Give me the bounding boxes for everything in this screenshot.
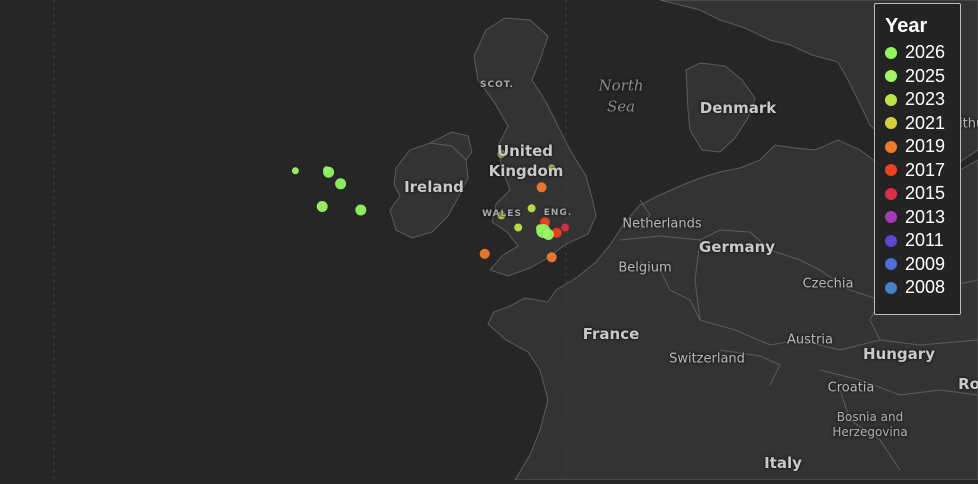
legend-item-2011: 2011 xyxy=(885,229,960,253)
legend-item-2019: 2019 xyxy=(885,135,960,159)
legend-year-label: 2017 xyxy=(905,159,946,180)
legend-swatch-icon xyxy=(885,211,897,224)
legend-year-label: 2011 xyxy=(905,230,944,251)
legend-year-label: 2025 xyxy=(905,65,946,86)
basemap xyxy=(0,0,978,481)
data-point-2019[interactable] xyxy=(479,248,490,259)
data-point-2025[interactable] xyxy=(291,167,299,175)
legend-swatch-icon xyxy=(885,117,897,130)
map-canvas[interactable]: Ireland United Kingdom Netherlands Germa… xyxy=(0,0,978,481)
legend-year-label: 2008 xyxy=(905,277,946,298)
legend-item-2015: 2015 xyxy=(885,182,960,206)
data-point-2019[interactable] xyxy=(546,252,557,263)
legend-year-label: 2019 xyxy=(905,136,946,157)
data-point-2026[interactable] xyxy=(323,166,335,178)
data-point-2023[interactable] xyxy=(497,150,506,158)
legend-item-2017: 2017 xyxy=(885,159,960,183)
data-point-2026[interactable] xyxy=(335,178,347,190)
data-point-2019[interactable] xyxy=(536,182,547,193)
legend-swatch-icon xyxy=(885,164,897,177)
data-point-2023[interactable] xyxy=(548,164,556,172)
legend-swatch-icon xyxy=(885,140,897,153)
legend-year-label: 2021 xyxy=(905,112,946,133)
legend-item-2009: 2009 xyxy=(885,253,960,277)
legend-swatch-icon xyxy=(885,281,897,294)
legend-swatch-icon xyxy=(885,93,897,106)
legend-swatch-icon xyxy=(885,187,897,200)
legend-item-2026: 2026 xyxy=(885,41,960,65)
legend-year-label: 2013 xyxy=(905,206,946,227)
legend-item-2025: 2025 xyxy=(885,65,960,89)
year-legend: Year 2026 2025 2023 2021 2019 2017 2015 2013 201… xyxy=(874,3,961,315)
legend-year-label: 2009 xyxy=(905,253,946,274)
data-point-2023[interactable] xyxy=(527,204,536,213)
data-point-2025[interactable] xyxy=(316,201,328,212)
legend-year-label: 2023 xyxy=(905,89,946,110)
legend-item-2008: 2008 xyxy=(885,276,960,300)
legend-swatch-icon xyxy=(885,258,897,271)
data-point-2023[interactable] xyxy=(497,211,506,220)
data-point-2015[interactable] xyxy=(561,223,570,232)
legend-swatch-icon xyxy=(885,46,897,59)
legend-item-2013: 2013 xyxy=(885,206,960,230)
legend-swatch-icon xyxy=(885,234,897,247)
legend-swatch-icon xyxy=(885,70,897,83)
legend-year-label: 2026 xyxy=(905,42,946,63)
data-point-2026[interactable] xyxy=(355,204,367,216)
legend-item-2021: 2021 xyxy=(885,112,960,136)
legend-year-label: 2015 xyxy=(905,183,946,204)
data-point-2023[interactable] xyxy=(514,223,523,232)
legend-title: Year xyxy=(885,15,928,37)
legend-item-2023: 2023 xyxy=(885,88,960,112)
data-point-2025[interactable] xyxy=(542,229,554,240)
